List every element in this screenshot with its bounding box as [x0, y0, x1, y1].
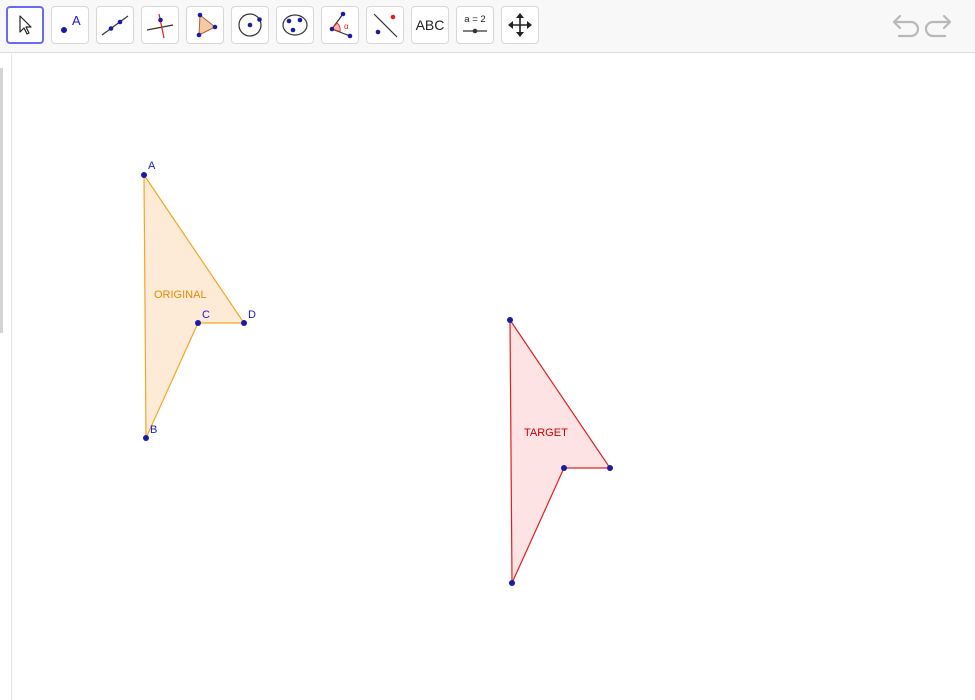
line-tool-button[interactable]	[96, 6, 134, 44]
point-tool-letter: A	[72, 13, 81, 28]
target-polygon[interactable]	[509, 318, 612, 584]
undo-icon[interactable]	[889, 12, 919, 40]
point-icon: A	[61, 13, 81, 33]
text-tool-label: ABC	[415, 17, 445, 33]
point-tool-button[interactable]: A	[51, 6, 89, 44]
polygon-tool-button[interactable]	[186, 6, 224, 44]
target-vertex-3[interactable]	[561, 465, 567, 471]
line-icon	[101, 15, 129, 36]
point-b[interactable]	[143, 435, 149, 441]
target-vertex-1[interactable]	[507, 317, 513, 323]
slider-tool-button[interactable]: a = 2	[456, 6, 494, 44]
point-d-label: D	[248, 309, 256, 321]
redo-icon[interactable]	[925, 12, 955, 40]
perpendicular-line-icon	[146, 13, 174, 39]
point-c[interactable]	[195, 320, 201, 326]
target-vertex-2[interactable]	[607, 465, 613, 471]
point-a-label: A	[148, 160, 156, 172]
original-caption: ORIGINAL	[154, 289, 207, 301]
reflect-tool-button[interactable]	[366, 6, 404, 44]
target-vertex-4[interactable]	[509, 580, 515, 586]
angle-tool-alpha: α	[344, 22, 349, 31]
angle-icon: α	[329, 11, 353, 39]
graphics-canvas[interactable]: ORIGINAL A B C D TARGET	[12, 54, 975, 700]
point-c-label: C	[202, 309, 210, 321]
conic-tool-button[interactable]	[276, 6, 314, 44]
perpendicular-line-tool-button[interactable]	[141, 6, 179, 44]
angle-tool-button[interactable]: α	[321, 6, 359, 44]
point-d[interactable]	[241, 320, 247, 326]
polygon-icon	[196, 12, 218, 38]
original-polygon[interactable]	[143, 173, 246, 439]
point-b-label: B	[150, 424, 157, 436]
ellipse-icon	[282, 14, 308, 36]
point-a[interactable]	[141, 172, 147, 178]
reflect-about-line-icon	[373, 13, 398, 38]
slider-icon: a = 2	[463, 14, 487, 34]
circle-with-center-icon	[238, 13, 262, 37]
target-caption: TARGET	[524, 427, 568, 439]
slider-tool-label: a = 2	[464, 14, 485, 25]
graphics-view[interactable]: ORIGINAL A B C D TARGET	[12, 54, 975, 700]
geogebra-app: A α ABC a = 2 ORIGINAL A B C D TARGET	[0, 0, 975, 700]
move-graphics-view-tool-button[interactable]	[501, 6, 539, 44]
text-tool-button[interactable]: ABC	[411, 6, 449, 44]
toolbar: A α ABC a = 2	[0, 0, 975, 53]
circle-tool-button[interactable]	[231, 6, 269, 44]
left-dock-handle[interactable]	[0, 68, 3, 333]
move-tool-button[interactable]	[6, 6, 44, 44]
four-way-arrows-icon	[508, 13, 532, 37]
left-dock-divider[interactable]	[0, 54, 12, 700]
cursor-arrow-icon	[19, 15, 32, 35]
